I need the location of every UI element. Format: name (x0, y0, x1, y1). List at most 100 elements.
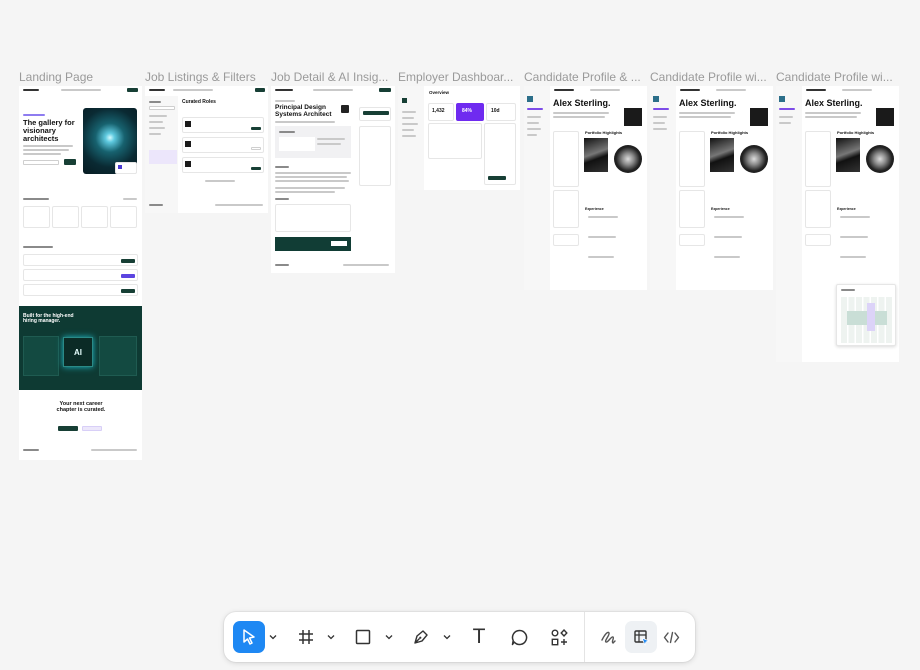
frame-label-landing-page[interactable]: Landing Page (19, 70, 141, 84)
footer-logo (275, 264, 289, 266)
text-t-icon: T (472, 625, 486, 648)
frame-candidate-profile-2[interactable]: Alex Sterling. Portfolio Highlights Expe… (650, 86, 773, 290)
move-tool-caret[interactable] (268, 632, 278, 642)
nav-links (716, 89, 746, 91)
nav-logo (554, 89, 574, 91)
sidebar-item-2 (653, 122, 665, 124)
sidebar-item-2 (779, 122, 791, 124)
hero-copy-1 (23, 145, 73, 147)
role-line-3 (275, 180, 349, 182)
role-line-4 (275, 187, 345, 189)
pen-nib-icon (414, 630, 428, 644)
feature-card-3 (81, 206, 108, 228)
features-link (123, 198, 137, 200)
speech-bubble-icon (511, 629, 527, 645)
job-meta (275, 121, 335, 123)
hero-badge (115, 162, 137, 174)
pipeline-table (428, 123, 482, 159)
footer-links (91, 449, 137, 451)
frame-label-candidate-profile-1[interactable]: Candidate Profile & ... (524, 70, 646, 84)
experience-title: Experience (711, 207, 730, 211)
toolbar-divider (584, 612, 585, 662)
exp-2 (714, 236, 742, 238)
stat-value-3: 10d (491, 108, 500, 114)
candidate-name: Alex Sterling. (553, 98, 611, 108)
comment-tool[interactable] (503, 621, 535, 653)
design-pointer-icon (633, 629, 650, 646)
tools-card (805, 190, 831, 228)
frame-landing-page[interactable]: The gallery for visionary architects Bui… (19, 86, 142, 460)
availability-calendar (836, 284, 896, 346)
frame-tool-caret[interactable] (326, 632, 336, 642)
frame-label-job-detail[interactable]: Job Detail & AI Insig... (271, 70, 393, 84)
dark-card-1 (23, 336, 59, 376)
job-card-1 (182, 117, 264, 133)
candidate-name: Alex Sterling. (805, 98, 863, 108)
frame-label-job-listings[interactable]: Job Listings & Filters (145, 70, 267, 84)
dev-mode[interactable] (655, 621, 687, 653)
cta-title: Your next career chapter is curated. (56, 401, 106, 413)
frame-label-employer-dashboard[interactable]: Employer Dashboar... (398, 70, 520, 84)
list-row-3 (23, 284, 138, 296)
profile-photo (624, 108, 642, 126)
shapes-plus-icon (551, 628, 568, 645)
text-tool[interactable]: T (463, 621, 495, 653)
candidates-panel (484, 123, 516, 185)
experience-title: Experience (585, 207, 604, 211)
shape-tool-caret[interactable] (384, 632, 394, 642)
sidebar-active (527, 108, 543, 110)
section-title: Portfolio Highlights (711, 130, 749, 135)
actions-tool[interactable] (543, 621, 575, 653)
pen-tool[interactable] (405, 621, 437, 653)
sidebar-item-1 (653, 116, 667, 118)
nav-logo (275, 89, 293, 91)
chevron-down-icon (385, 635, 393, 640)
draw-mode[interactable] (592, 621, 624, 653)
profile-sidebar (776, 86, 802, 362)
exp-1 (714, 216, 744, 218)
section-title: Portfolio Highlights (585, 130, 623, 135)
filter-search (149, 106, 175, 110)
filter-4 (149, 133, 161, 135)
frame-tool[interactable] (290, 621, 322, 653)
nav-links (173, 89, 213, 91)
ai-insight-title (279, 131, 295, 133)
nav-cta (379, 88, 391, 92)
avatar (779, 96, 785, 102)
profile-photo (876, 108, 894, 126)
nav-links (61, 89, 101, 91)
hero-button (64, 159, 76, 165)
design-mode[interactable] (625, 621, 657, 653)
bio-line-2 (805, 116, 857, 118)
frame-label-candidate-profile-3[interactable]: Candidate Profile wi... (776, 70, 898, 84)
nav-links (842, 89, 872, 91)
ai-line-1 (317, 138, 345, 140)
sidebar-item-4 (527, 134, 537, 136)
frame-job-detail[interactable]: Principal Design Systems Architect (271, 86, 395, 273)
apply-banner (275, 237, 351, 251)
footer-links (215, 204, 263, 206)
frame-candidate-profile-1[interactable]: Alex Sterling. Portfolio Highlights Expe… (524, 86, 647, 290)
move-tool[interactable] (233, 621, 265, 653)
role-line-5 (275, 191, 335, 193)
ai-match-box (279, 137, 315, 151)
sidebar-item-2 (527, 122, 539, 124)
cta-secondary (82, 426, 102, 431)
portfolio-image-2 (614, 145, 642, 173)
stat-card-3: 10d (486, 103, 516, 121)
candidate-name: Alex Sterling. (679, 98, 737, 108)
sidebar-item-4 (402, 129, 414, 131)
square-icon (355, 629, 371, 645)
frame-label-candidate-profile-2[interactable]: Candidate Profile wi... (650, 70, 772, 84)
frame-job-listings[interactable]: Curated Roles (145, 86, 268, 213)
frame-employer-dashboard[interactable]: Overview 1,432 84% 10d (398, 86, 520, 190)
portfolio-image-2 (866, 145, 894, 173)
shape-tool[interactable] (347, 621, 379, 653)
code-brackets-icon (663, 631, 679, 643)
frame-candidate-profile-3[interactable]: Alex Sterling. Portfolio Highlights Expe… (776, 86, 899, 362)
pen-tool-caret[interactable] (442, 632, 452, 642)
footer-links (343, 264, 389, 266)
exp-2 (840, 236, 868, 238)
sidebar-item-1 (779, 116, 793, 118)
chevron-down-icon (327, 635, 335, 640)
